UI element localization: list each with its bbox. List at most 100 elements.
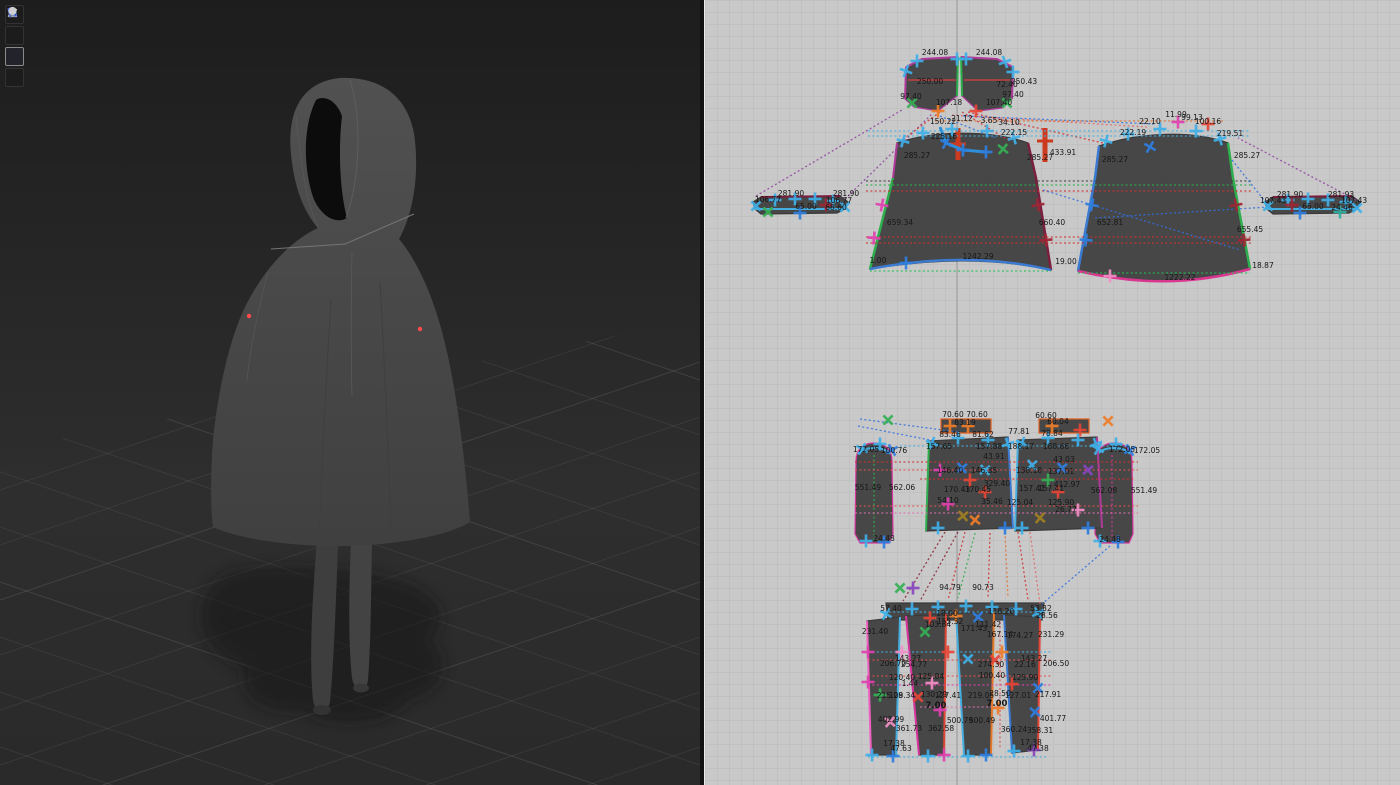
measurement-label: 285.27 [1102, 155, 1128, 164]
measurement-label: 28.56 [1036, 611, 1058, 620]
measurement-label: 125.04 [1007, 498, 1033, 507]
seam-line[interactable] [1018, 532, 1028, 600]
measurement-label: 401.77 [1040, 714, 1066, 723]
measurement-label: 551.49 [1131, 486, 1157, 495]
measurement-label: 222.15 [1001, 128, 1027, 137]
seam-line[interactable] [1030, 532, 1040, 604]
measurement-label: 500.49 [969, 716, 995, 725]
piece-edges [755, 57, 1357, 755]
measurement-label: 47.38 [1027, 744, 1049, 753]
pattern-piece-pants-1[interactable] [867, 617, 900, 755]
measurement-label: 170.45 [965, 485, 991, 494]
measurement-label: 361.73 [896, 724, 922, 733]
notch-markers [747, 53, 1366, 763]
measurement-label: 285.27 [1027, 153, 1053, 162]
measurement-label: 172.05 [853, 445, 879, 454]
measurement-label: 94.79 [939, 583, 961, 592]
measurement-label: 157.88 [976, 442, 1002, 451]
measurement-label: 65.00 [1302, 202, 1324, 211]
measurement-label: 250.00 [917, 77, 943, 86]
measurement-label: 433.91 [1050, 148, 1076, 157]
measurement-label: 285.27 [1234, 151, 1260, 160]
measurement-label: 68.60 [825, 203, 847, 212]
pattern-view-2d[interactable]: 244.08244.08250.43250.0097.40107.18107.4… [705, 0, 1400, 785]
measurement-label: 174.27 [1007, 631, 1033, 640]
pin-dot [418, 327, 422, 331]
measurement-label: 215.08 [877, 691, 903, 700]
measurement-label: 652.81 [1097, 218, 1123, 227]
head-icon [5, 5, 20, 19]
measurement-label: 43.03 [1053, 455, 1075, 464]
measurement-label: 107.43 [1260, 196, 1286, 205]
measurement-label: 281.90 [778, 189, 804, 198]
show-avatar-icon[interactable] [5, 26, 24, 45]
measurement-label: 222.19 [1120, 128, 1146, 137]
show-pattern-icon[interactable] [5, 47, 24, 66]
measurement-label: 1.00 [870, 256, 887, 265]
seam-line[interactable] [756, 110, 902, 196]
garment-3d[interactable] [211, 78, 470, 546]
piece-edge[interactable] [961, 57, 962, 96]
measurement-label: 244.08 [976, 48, 1002, 57]
pattern-pieces [753, 57, 1360, 755]
measurement-label: 157.65 [926, 442, 952, 451]
measurement-label: 402.99 [878, 715, 904, 724]
measurement-label: 412.97 [1054, 480, 1080, 489]
measurement-label: 21.12 [951, 114, 973, 123]
measurement-label: 26.77 [1055, 505, 1077, 514]
measurement-label: 225.16 [931, 132, 957, 141]
measurement-label: 97.40 [1002, 90, 1024, 99]
pattern-piece-cuff-left[interactable] [855, 443, 893, 543]
measurement-label: 172.05 [1134, 446, 1160, 455]
garment-editor-app: 244.08244.08250.43250.0097.40107.18107.4… [0, 0, 1400, 785]
measurement-label: 285.27 [904, 151, 930, 160]
measurement-label: 362.58 [928, 724, 954, 733]
measurement-label: 97.40 [900, 92, 922, 101]
notch-marker[interactable] [879, 411, 897, 429]
measurement-label: 107.40 [986, 98, 1012, 107]
show-head-icon[interactable] [5, 68, 24, 87]
measurement-label: 34.10 [998, 118, 1020, 127]
measurement-label: 127.01 [1005, 691, 1031, 700]
measurement-label: 231.40 [862, 627, 888, 636]
measurement-label: 47.63 [890, 744, 912, 753]
measurement-label: 72.40 [996, 80, 1018, 89]
measurement-label: 655.45 [1237, 225, 1263, 234]
seam-line[interactable] [1042, 546, 1110, 604]
measurement-label: 188.17 [1008, 442, 1034, 451]
notch-marker[interactable] [1099, 412, 1117, 430]
pin-dot [247, 314, 251, 318]
measurement-label: 660.40 [1039, 218, 1065, 227]
measurement-label: 551.49 [855, 483, 881, 492]
viewport-3d[interactable] [0, 0, 700, 785]
notch-marker[interactable] [891, 579, 909, 597]
pattern-canvas: 244.08244.08250.43250.0097.40107.18107.4… [703, 0, 1400, 785]
measurement-label: 244.08 [922, 48, 948, 57]
measurement-label: 254.77 [901, 660, 927, 669]
measurement-label: 155.32 [937, 617, 963, 626]
measurement-label: 562.08 [1091, 486, 1117, 495]
measurement-label: 60.04 [1047, 417, 1069, 426]
measurement-label: 83.19 [954, 418, 976, 427]
measurement-label: 206.50 [1043, 659, 1069, 668]
viewport-3d-canvas [0, 0, 700, 785]
measurement-label: 22.10 [1139, 117, 1161, 126]
measurement-label: 1222.22 [1164, 273, 1195, 282]
measurement-label: 18.87 [1252, 261, 1274, 270]
measurement-label: 77.81 [1008, 427, 1030, 436]
measurement-label: 217.91 [1035, 690, 1061, 699]
measurement-label: 146.35 [971, 466, 997, 475]
measurement-label: 100.40 [979, 671, 1005, 680]
seam-line[interactable] [1005, 532, 1008, 598]
measurement-label: 24.48 [873, 534, 895, 543]
measurement-label: 3.65 [981, 116, 998, 125]
measurement-label: 188.66 [1043, 442, 1069, 451]
measurement-label: 24.48 [1099, 535, 1121, 544]
measurement-label: 43.91 [983, 452, 1005, 461]
display-toolbar [5, 5, 24, 87]
measurement-labels: 244.08244.08250.43250.0097.40107.18107.4… [755, 48, 1367, 753]
measurement-label: 137.01 [1048, 467, 1074, 476]
seam-line[interactable] [858, 426, 935, 441]
measurement-label: 83.46 [939, 430, 961, 439]
measurement-label: 81.62 [972, 430, 994, 439]
